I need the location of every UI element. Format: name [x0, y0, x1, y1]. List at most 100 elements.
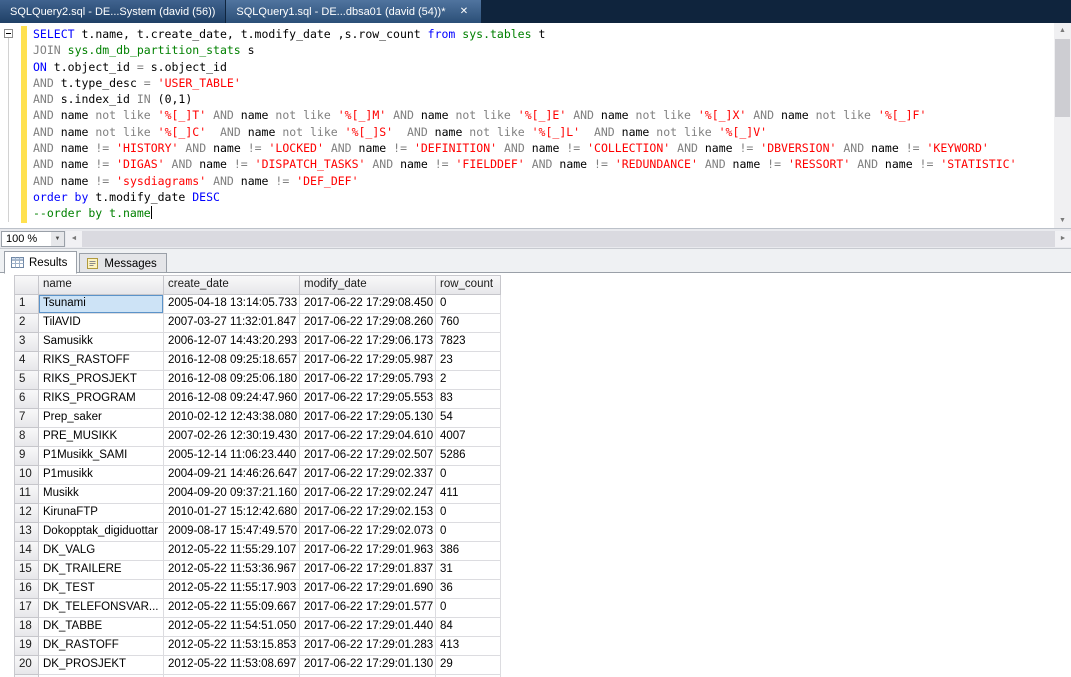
row-number-cell[interactable]: 3	[15, 333, 39, 352]
data-cell-modify_date[interactable]: 2017-06-22 17:29:02.247	[300, 485, 436, 504]
scroll-up-icon[interactable]: ▲	[1054, 23, 1071, 38]
data-cell-modify_date[interactable]: 2017-06-22 17:29:02.073	[300, 523, 436, 542]
data-cell-modify_date[interactable]: 2017-06-22 17:29:01.690	[300, 580, 436, 599]
row-number-cell[interactable]: 2	[15, 314, 39, 333]
data-cell-create_date[interactable]: 2012-05-22 11:55:29.107	[164, 542, 300, 561]
data-cell-row_count[interactable]: 0	[436, 466, 501, 485]
data-cell-modify_date[interactable]: 2017-06-22 17:29:04.610	[300, 428, 436, 447]
data-cell-row_count[interactable]: 0	[436, 295, 501, 314]
scrollbar-thumb[interactable]	[1055, 39, 1070, 117]
zoom-selector[interactable]: 100 % ▼	[1, 231, 65, 247]
tab-messages[interactable]: Messages	[79, 253, 166, 273]
data-cell-row_count[interactable]: 413	[436, 637, 501, 656]
data-cell-name[interactable]: TilAVID	[39, 314, 164, 333]
data-cell-row_count[interactable]: 23	[436, 352, 501, 371]
column-header-row_count[interactable]: row_count	[436, 276, 501, 295]
data-cell-name[interactable]: DK_TABBE	[39, 618, 164, 637]
row-number-cell[interactable]: 12	[15, 504, 39, 523]
data-cell-create_date[interactable]: 2004-09-21 14:46:26.647	[164, 466, 300, 485]
row-number-cell[interactable]: 10	[15, 466, 39, 485]
column-header-modify_date[interactable]: modify_date	[300, 276, 436, 295]
data-cell-row_count[interactable]: 29	[436, 656, 501, 675]
data-cell-name[interactable]: Samusikk	[39, 333, 164, 352]
data-cell-row_count[interactable]: 31	[436, 561, 501, 580]
data-cell-modify_date[interactable]: 2017-06-22 17:29:01.440	[300, 618, 436, 637]
data-cell-row_count[interactable]: 36	[436, 580, 501, 599]
code-line-12[interactable]: --order by t.name	[33, 205, 1017, 221]
data-cell-modify_date[interactable]: 2017-06-22 17:29:01.577	[300, 599, 436, 618]
row-number-cell[interactable]: 6	[15, 390, 39, 409]
row-number-cell[interactable]: 15	[15, 561, 39, 580]
data-cell-row_count[interactable]: 760	[436, 314, 501, 333]
data-cell-row_count[interactable]: 5286	[436, 447, 501, 466]
code-line-8[interactable]: AND name != 'HISTORY' AND name != 'LOCKE…	[33, 140, 1017, 156]
row-number-cell[interactable]: 1	[15, 295, 39, 314]
row-number-cell[interactable]: 13	[15, 523, 39, 542]
data-cell-modify_date[interactable]: 2017-06-22 17:29:05.130	[300, 409, 436, 428]
data-cell-modify_date[interactable]: 2017-06-22 17:29:06.173	[300, 333, 436, 352]
code-line-5[interactable]: AND s.index_id IN (0,1)	[33, 91, 1017, 107]
data-cell-modify_date[interactable]: 2017-06-22 17:29:01.963	[300, 542, 436, 561]
row-number-cell[interactable]: 18	[15, 618, 39, 637]
data-cell-name[interactable]: Tsunami	[39, 295, 164, 314]
data-cell-create_date[interactable]: 2016-12-08 09:25:18.657	[164, 352, 300, 371]
data-cell-row_count[interactable]: 411	[436, 485, 501, 504]
data-cell-name[interactable]: Prep_saker	[39, 409, 164, 428]
chevron-down-icon[interactable]: ▼	[51, 232, 64, 246]
data-cell-create_date[interactable]: 2006-12-07 14:43:20.293	[164, 333, 300, 352]
data-cell-row_count[interactable]: 0	[436, 523, 501, 542]
data-cell-modify_date[interactable]: 2017-06-22 17:29:01.283	[300, 637, 436, 656]
row-number-cell[interactable]: 9	[15, 447, 39, 466]
data-cell-modify_date[interactable]: 2017-06-22 17:29:02.507	[300, 447, 436, 466]
data-cell-create_date[interactable]: 2016-12-08 09:25:06.180	[164, 371, 300, 390]
data-cell-row_count[interactable]: 386	[436, 542, 501, 561]
data-cell-name[interactable]: DK_TRAILERE	[39, 561, 164, 580]
data-cell-name[interactable]: KirunaFTP	[39, 504, 164, 523]
data-cell-name[interactable]: DK_RASTOFF	[39, 637, 164, 656]
data-cell-name[interactable]: DK_TELEFONSVAR...	[39, 599, 164, 618]
data-cell-row_count[interactable]: 0	[436, 599, 501, 618]
editor-vertical-scrollbar[interactable]: ▲ ▼	[1054, 23, 1071, 228]
grid-corner-cell[interactable]	[15, 276, 39, 295]
data-cell-modify_date[interactable]: 2017-06-22 17:29:05.987	[300, 352, 436, 371]
code-line-4[interactable]: AND t.type_desc = 'USER_TABLE'	[33, 75, 1017, 91]
data-cell-create_date[interactable]: 2012-05-22 11:53:15.853	[164, 637, 300, 656]
code-line-11[interactable]: order by t.modify_date DESC	[33, 189, 1017, 205]
code-line-3[interactable]: ON t.object_id = s.object_id	[33, 59, 1017, 75]
data-cell-row_count[interactable]: 0	[436, 504, 501, 523]
tab-results[interactable]: Results	[4, 251, 77, 274]
document-tab-sqlquery2[interactable]: SQLQuery2.sql - DE...System (david (56))	[0, 0, 225, 23]
data-cell-row_count[interactable]: 83	[436, 390, 501, 409]
data-cell-create_date[interactable]: 2007-02-26 12:30:19.430	[164, 428, 300, 447]
data-cell-row_count[interactable]: 4007	[436, 428, 501, 447]
close-icon[interactable]: ✕	[458, 5, 471, 18]
data-cell-create_date[interactable]: 2016-12-08 09:24:47.960	[164, 390, 300, 409]
data-cell-modify_date[interactable]: 2017-06-22 17:29:01.130	[300, 656, 436, 675]
data-cell-name[interactable]: Musikk	[39, 485, 164, 504]
document-tab-sqlquery1[interactable]: SQLQuery1.sql - DE...dbsa01 (david (54))…	[226, 0, 480, 23]
scroll-left-icon[interactable]: ◄	[66, 231, 82, 247]
data-cell-row_count[interactable]: 54	[436, 409, 501, 428]
data-cell-name[interactable]: RIKS_PROSJEKT	[39, 371, 164, 390]
data-cell-name[interactable]: DK_PROSJEKT	[39, 656, 164, 675]
data-cell-create_date[interactable]: 2005-12-14 11:06:23.440	[164, 447, 300, 466]
row-number-cell[interactable]: 11	[15, 485, 39, 504]
row-number-cell[interactable]: 16	[15, 580, 39, 599]
code-line-6[interactable]: AND name not like '%[_]T' AND name not l…	[33, 107, 1017, 123]
data-cell-create_date[interactable]: 2012-05-22 11:53:08.697	[164, 656, 300, 675]
data-cell-name[interactable]: RIKS_PROGRAM	[39, 390, 164, 409]
row-number-cell[interactable]: 19	[15, 637, 39, 656]
row-number-cell[interactable]: 14	[15, 542, 39, 561]
row-number-cell[interactable]: 20	[15, 656, 39, 675]
code-line-9[interactable]: AND name != 'DIGAS' AND name != 'DISPATC…	[33, 156, 1017, 172]
data-cell-create_date[interactable]: 2010-01-27 15:12:42.680	[164, 504, 300, 523]
data-cell-modify_date[interactable]: 2017-06-22 17:29:05.793	[300, 371, 436, 390]
data-cell-name[interactable]: Dokopptak_digiduottar	[39, 523, 164, 542]
code-line-7[interactable]: AND name not like '%[_]C' AND name not l…	[33, 124, 1017, 140]
row-number-cell[interactable]: 4	[15, 352, 39, 371]
data-cell-create_date[interactable]: 2004-09-20 09:37:21.160	[164, 485, 300, 504]
data-cell-create_date[interactable]: 2012-05-22 11:55:09.667	[164, 599, 300, 618]
sql-editor[interactable]: SELECT t.name, t.create_date, t.modify_d…	[0, 23, 1071, 228]
data-cell-name[interactable]: P1Musikk_SAMI	[39, 447, 164, 466]
data-cell-row_count[interactable]: 2	[436, 371, 501, 390]
